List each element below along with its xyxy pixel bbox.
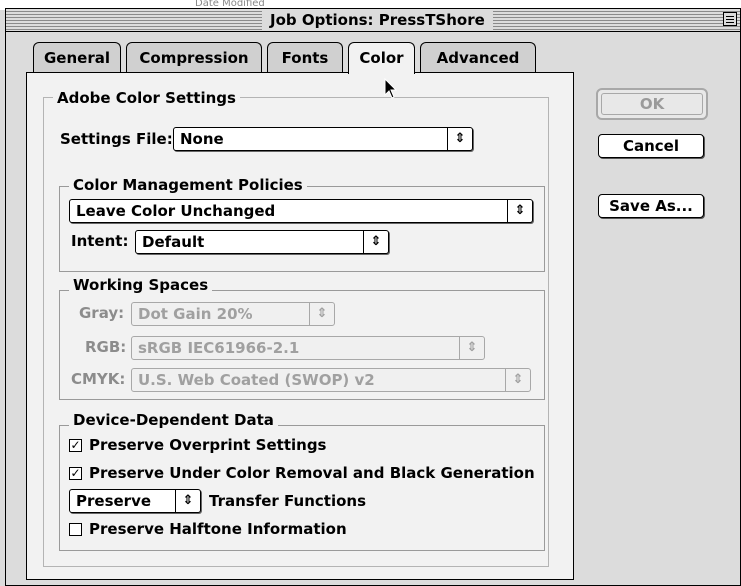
checkmark-icon: ✓: [70, 466, 81, 480]
transfer-functions-label: Transfer Functions: [209, 492, 367, 510]
settings-file-label: Settings File:: [60, 130, 173, 148]
device-dependent-title: Device-Dependent Data: [69, 411, 278, 429]
settings-file-popup[interactable]: None ⇕: [173, 127, 473, 151]
intent-value: Default: [142, 233, 205, 251]
cancel-button[interactable]: Cancel: [598, 134, 704, 158]
up-down-arrows-icon: ⇕: [505, 369, 530, 391]
title-bar[interactable]: Job Options: PressTShore: [6, 9, 740, 32]
gray-label: Gray:: [79, 304, 125, 322]
working-spaces-title: Working Spaces: [69, 276, 213, 294]
up-down-arrows-icon: ⇕: [447, 128, 472, 150]
window-zoom-icon[interactable]: [723, 12, 737, 26]
intent-label: Intent:: [71, 232, 129, 250]
color-tab-panel: Adobe Color Settings Settings File: None…: [26, 72, 574, 580]
cmyk-label: CMYK:: [71, 370, 126, 388]
settings-file-value: None: [180, 130, 224, 148]
halftone-label[interactable]: Preserve Halftone Information: [89, 519, 347, 539]
transfer-functions-value: Preserve: [76, 492, 152, 510]
window-title: Job Options: PressTShore: [262, 10, 493, 30]
rgb-label: RGB:: [85, 338, 127, 356]
adobe-color-settings-title: Adobe Color Settings: [53, 89, 240, 107]
ok-button-label: OK: [601, 93, 703, 115]
tab-color[interactable]: Color: [348, 42, 415, 74]
color-policy-value: Leave Color Unchanged: [76, 202, 276, 220]
up-down-arrows-icon: ⇕: [459, 337, 484, 359]
up-down-arrows-icon: ⇕: [309, 303, 334, 325]
gray-value: Dot Gain 20%: [138, 305, 253, 323]
tab-compression[interactable]: Compression: [126, 42, 262, 72]
save-as-button[interactable]: Save As...: [598, 194, 704, 218]
overprint-checkbox[interactable]: ✓: [69, 439, 82, 452]
halftone-checkbox[interactable]: [69, 523, 82, 536]
up-down-arrows-icon: ⇕: [507, 200, 532, 222]
up-down-arrows-icon: ⇕: [175, 490, 200, 512]
transfer-functions-popup[interactable]: Preserve ⇕: [69, 489, 201, 513]
intent-popup[interactable]: Default ⇕: [135, 230, 389, 254]
color-management-title: Color Management Policies: [69, 176, 307, 194]
tab-general[interactable]: General: [33, 42, 121, 72]
tab-fonts[interactable]: Fonts: [267, 42, 343, 72]
gray-popup: Dot Gain 20% ⇕: [131, 302, 335, 326]
ok-button[interactable]: OK: [596, 88, 708, 120]
tab-advanced[interactable]: Advanced: [420, 42, 536, 72]
color-policy-popup[interactable]: Leave Color Unchanged ⇕: [69, 199, 533, 223]
background-window-fragment: Date Modified: [195, 0, 265, 8]
overprint-label[interactable]: Preserve Overprint Settings: [89, 435, 327, 455]
checkmark-icon: ✓: [70, 438, 81, 452]
cmyk-value: U.S. Web Coated (SWOP) v2: [138, 371, 375, 389]
rgb-popup: sRGB IEC61966-2.1 ⇕: [131, 336, 485, 360]
mouse-pointer-icon: [384, 78, 398, 99]
rgb-value: sRGB IEC61966-2.1: [138, 339, 300, 357]
up-down-arrows-icon: ⇕: [363, 231, 388, 253]
cmyk-popup: U.S. Web Coated (SWOP) v2 ⇕: [131, 368, 531, 392]
ucr-checkbox[interactable]: ✓: [69, 467, 82, 480]
ucr-label[interactable]: Preserve Under Color Removal and Black G…: [89, 463, 535, 483]
